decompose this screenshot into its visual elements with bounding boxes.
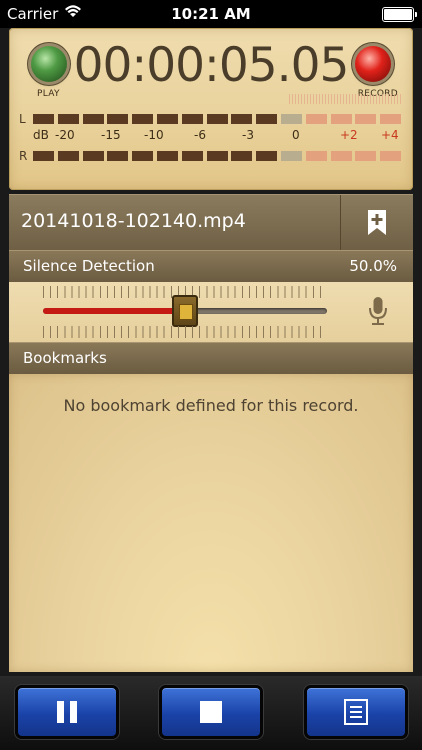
meter-segment <box>107 151 129 161</box>
db-tick: -15 <box>101 128 121 142</box>
track-filename: 20141018-102140.mp4 <box>21 210 246 232</box>
meter-segment <box>33 114 54 124</box>
silence-detection-value: 50.0% <box>349 257 397 275</box>
meter-segment <box>355 114 377 124</box>
empty-bookmarks-message: No bookmark defined for this record. <box>63 396 359 415</box>
meter-segment <box>33 151 54 161</box>
meter-segment <box>82 114 104 124</box>
db-tick: -3 <box>242 128 254 142</box>
meter-segment <box>256 151 278 161</box>
meter-segment <box>181 151 203 161</box>
meter-segment <box>281 151 302 161</box>
bookmark-list-button[interactable] <box>304 685 408 739</box>
db-tick: -10 <box>144 128 164 142</box>
left-channel-label: L <box>19 112 26 126</box>
left-channel-meter <box>33 114 405 124</box>
meter-segment <box>82 151 104 161</box>
meter-segment <box>305 114 327 124</box>
stop-icon <box>200 701 222 723</box>
peak-zone-stripe <box>289 94 401 104</box>
meter-segment <box>281 114 302 124</box>
db-tick: -6 <box>194 128 206 142</box>
microphone-icon <box>367 296 389 330</box>
battery-icon <box>382 7 417 22</box>
bookmarks-label: Bookmarks <box>23 349 107 367</box>
clock: 10:21 AM <box>171 5 251 23</box>
meter-segment <box>330 151 352 161</box>
silence-detection-label: Silence Detection <box>23 257 155 275</box>
bookmark-list: No bookmark defined for this record. <box>9 374 413 672</box>
list-icon <box>344 699 368 725</box>
meter-segment <box>305 151 327 161</box>
silence-slider-fill <box>43 308 185 314</box>
meter-segment <box>157 151 178 161</box>
transport-toolbar <box>0 676 422 750</box>
meter-segment <box>330 114 352 124</box>
silence-detection-header: Silence Detection 50.0% <box>9 250 413 283</box>
elapsed-timer: 00:00:05.05 <box>73 38 350 93</box>
meter-segment <box>157 114 178 124</box>
db-scale: dB -20 -15 -10 -6 -3 0 +2 +4 <box>9 128 413 144</box>
meter-segment <box>380 151 402 161</box>
db-tick: +2 <box>340 128 358 142</box>
db-tick: +4 <box>381 128 399 142</box>
meter-segment <box>355 151 377 161</box>
meter-segment <box>380 114 402 124</box>
pause-icon <box>57 701 77 723</box>
meter-segment <box>107 114 129 124</box>
meter-segment <box>57 114 79 124</box>
db-unit-label: dB <box>33 128 49 142</box>
meter-segment <box>256 114 278 124</box>
db-tick: 0 <box>292 128 300 142</box>
bookmarks-header: Bookmarks <box>9 342 413 375</box>
meter-segment <box>206 151 228 161</box>
stop-button[interactable] <box>159 685 263 739</box>
pause-button[interactable] <box>15 685 119 739</box>
meter-segment <box>57 151 79 161</box>
track-header: 20141018-102140.mp4 <box>9 194 413 250</box>
silence-slider-area <box>9 282 413 342</box>
meter-segment <box>231 114 253 124</box>
silence-slider-thumb[interactable] <box>172 295 198 327</box>
add-bookmark-button[interactable] <box>340 195 413 250</box>
meter-segment <box>206 114 228 124</box>
meter-segment <box>231 151 253 161</box>
db-tick: -20 <box>55 128 75 142</box>
right-channel-label: R <box>19 149 28 163</box>
status-bar: Carrier 10:21 AM <box>0 0 422 28</box>
right-channel-meter <box>33 151 405 161</box>
meter-segment <box>132 151 154 161</box>
meter-segment <box>132 114 154 124</box>
level-meter-panel: PLAY 00:00:05.05 RECORD L dB -20 -15 -10… <box>9 28 413 190</box>
meter-segment <box>181 114 203 124</box>
record-lamp-icon[interactable] <box>355 46 391 82</box>
bookmark-plus-icon <box>368 209 386 235</box>
slider-ticks-bottom <box>43 326 327 338</box>
